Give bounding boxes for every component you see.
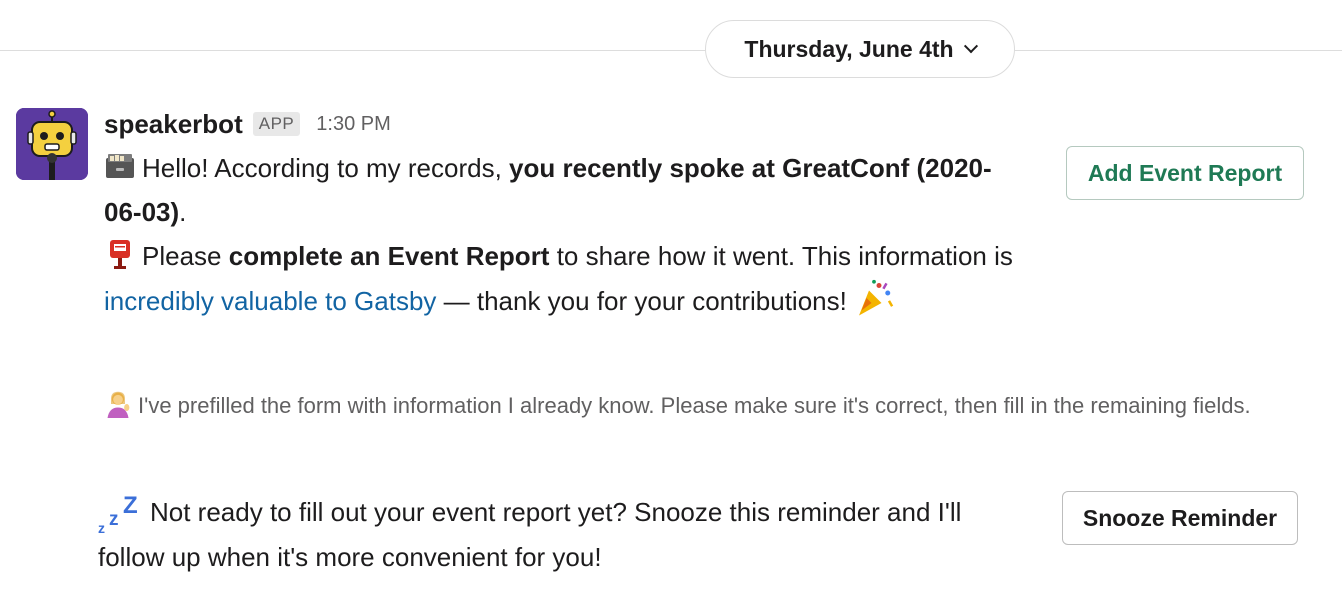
snooze-section: z z Z Not ready to fill out your event r… xyxy=(98,490,1018,579)
snooze-reminder-button[interactable]: Snooze Reminder xyxy=(1062,491,1298,545)
records-text: Hello! According to my records, xyxy=(142,153,510,183)
chevron-down-icon xyxy=(963,39,978,54)
report-text-after: — thank you for your contributions! xyxy=(436,286,855,316)
report-bold-text: complete an Event Report xyxy=(228,241,550,271)
records-end-text: . xyxy=(179,197,187,227)
context-text: I've prefilled the form with information… xyxy=(138,393,1251,418)
message-line-records: Hello! According to my records, you rece… xyxy=(104,146,1024,234)
report-text-middle: to share how it went. This information i… xyxy=(549,241,1013,271)
svg-text:z: z xyxy=(98,520,105,535)
message-timestamp[interactable]: 1:30 PM xyxy=(316,113,390,136)
sender-name[interactable]: speakerbot xyxy=(104,109,243,140)
message-header: speakerbot APP 1:30 PM xyxy=(104,106,391,142)
svg-text:z: z xyxy=(109,509,119,530)
app-badge: APP xyxy=(252,112,301,136)
message-body: Hello! According to my records, you rece… xyxy=(104,146,1024,323)
date-divider-line xyxy=(0,50,1342,51)
robot-icon xyxy=(16,108,88,180)
woman-tipping-hand-icon xyxy=(107,391,130,418)
date-divider-label: Thursday, June 4th xyxy=(744,35,954,62)
date-divider-button[interactable]: Thursday, June 4th xyxy=(705,20,1015,78)
add-event-report-button[interactable]: Add Event Report xyxy=(1066,146,1304,200)
speakerbot-avatar[interactable] xyxy=(16,108,88,180)
context-note: I've prefilled the form with information… xyxy=(104,384,1284,428)
file-cabinet-icon xyxy=(106,154,134,178)
zzz-icon: z z Z xyxy=(98,492,138,535)
party-popper-icon xyxy=(859,279,894,316)
report-text-before: Please xyxy=(142,241,229,271)
snooze-text: Not ready to fill out your event report … xyxy=(98,497,962,572)
message-line-report: Please complete an Event Report to share… xyxy=(104,234,1024,323)
gatsby-value-link[interactable]: incredibly valuable to Gatsby xyxy=(104,286,436,316)
postbox-icon xyxy=(110,240,130,269)
svg-text:Z: Z xyxy=(123,492,138,519)
